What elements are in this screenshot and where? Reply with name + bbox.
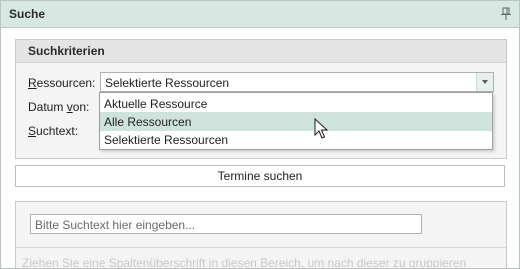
chevron-down-icon[interactable]	[476, 73, 493, 91]
dropdown-option-selected[interactable]: Selektierte Ressourcen	[100, 130, 492, 149]
resources-dropdown-list: Aktuelle Ressource Alle Ressourcen Selek…	[99, 92, 493, 150]
dropdown-option-current[interactable]: Aktuelle Ressource	[100, 94, 492, 113]
search-input-placeholder: Bitte Suchtext hier eingeben...	[35, 218, 196, 232]
date-label: Datum von:	[28, 100, 90, 114]
panel-titlebar: Suche	[1, 1, 519, 28]
resources-combobox[interactable]: Selektierte Ressourcen	[100, 72, 494, 92]
criteria-title: Suchkriterien	[28, 44, 105, 58]
dropdown-option-all[interactable]: Alle Ressourcen	[100, 112, 492, 131]
group-by-hint: Ziehen Sie eine Spaltenüberschrift in di…	[22, 256, 467, 269]
results-area: Bitte Suchtext hier eingeben... Ziehen S…	[15, 201, 507, 269]
divider	[16, 247, 506, 248]
search-text-label: Suchtext:	[28, 124, 79, 138]
find-appointments-button[interactable]: Termine suchen	[15, 165, 505, 187]
resources-combobox-value: Selektierte Ressourcen	[105, 76, 230, 90]
resources-label: Ressourcen:	[28, 76, 96, 90]
mouse-pointer-icon	[314, 118, 329, 139]
criteria-header: Suchkriterien	[16, 40, 506, 63]
search-input[interactable]: Bitte Suchtext hier eingeben...	[30, 214, 422, 234]
search-panel: Suche Suchkriterien Ressourcen: Selektie…	[0, 0, 520, 269]
pin-icon[interactable]	[501, 7, 511, 21]
panel-title: Suche	[9, 7, 46, 21]
